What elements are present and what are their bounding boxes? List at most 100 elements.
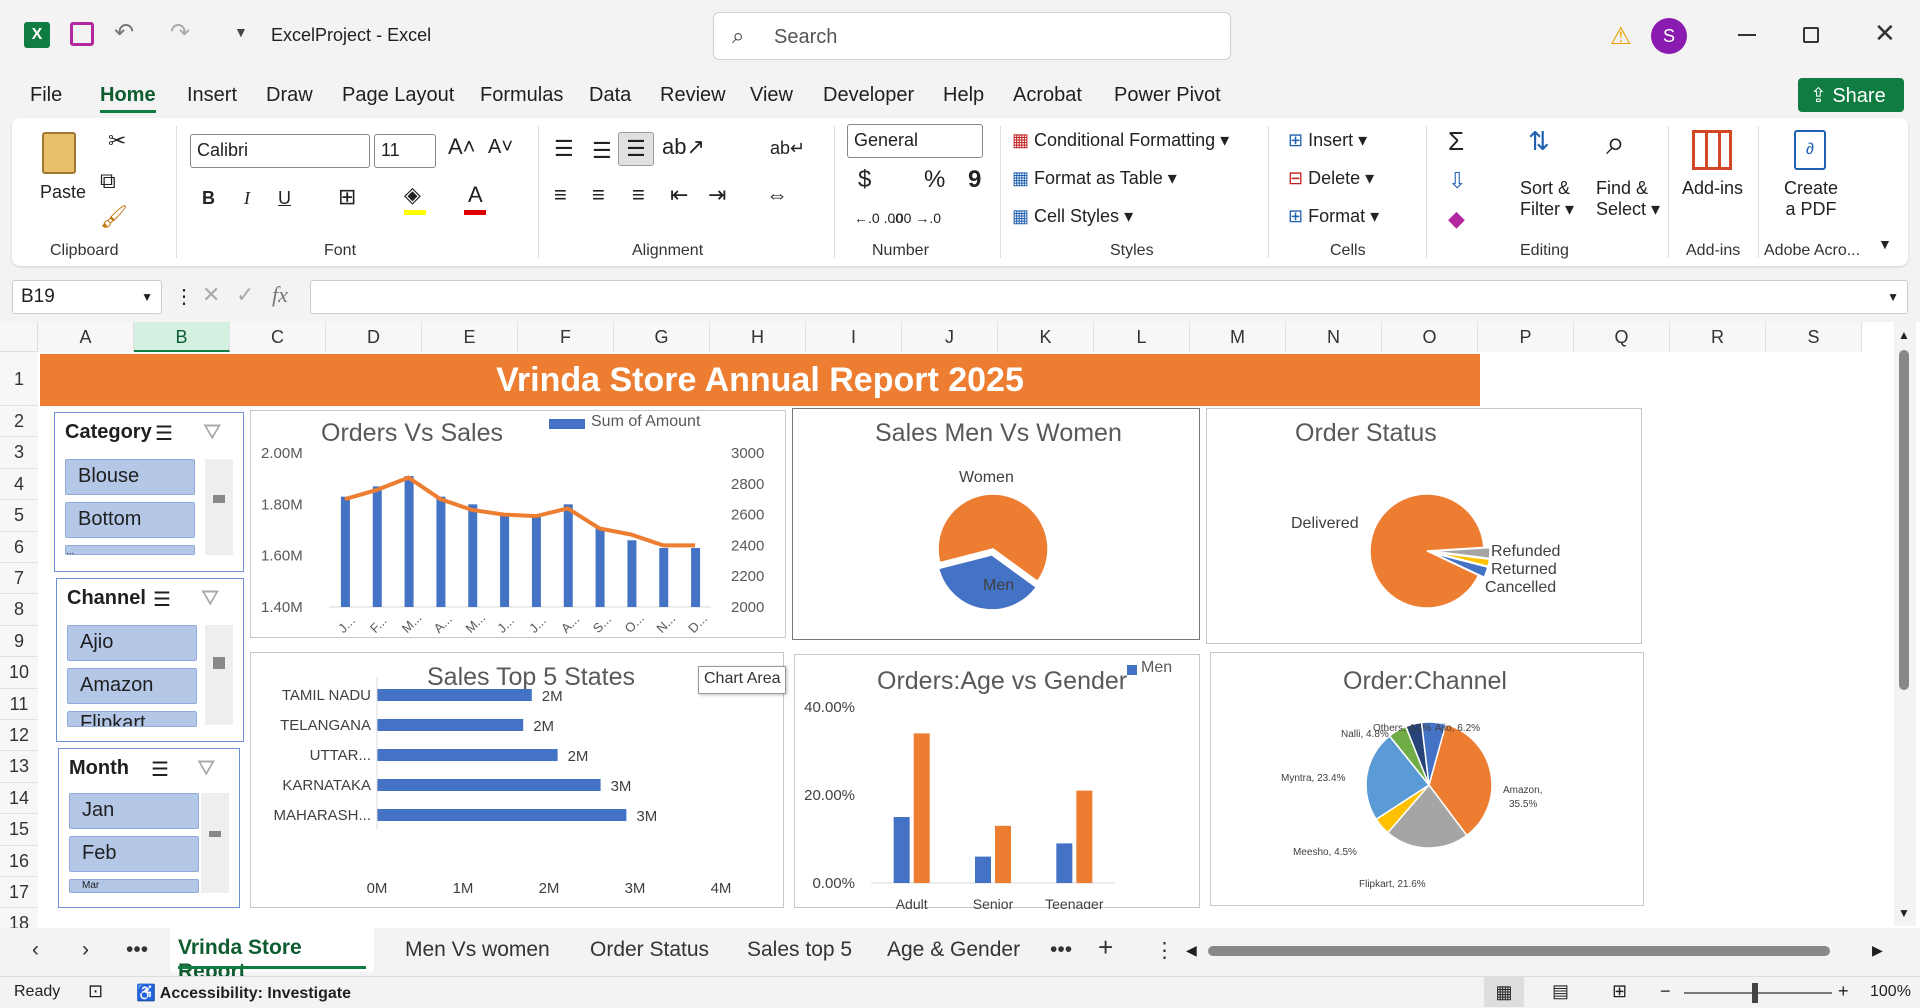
save-icon[interactable] [70, 22, 94, 46]
add-ins-icon[interactable] [1692, 130, 1732, 170]
clear-filter-icon[interactable]: ⛛ [201, 585, 219, 611]
accessibility-button[interactable]: ♿ Accessibility: Investigate [136, 983, 351, 1003]
format-painter-icon[interactable]: 🖌 [100, 204, 128, 230]
column-header[interactable]: L [1094, 322, 1190, 352]
row-header[interactable]: 15 [0, 814, 38, 846]
column-header[interactable]: Q [1574, 322, 1670, 352]
row-header[interactable]: 3 [0, 437, 38, 469]
add-ins-button[interactable]: Add-ins [1682, 178, 1743, 199]
more-options-icon[interactable]: ⋮ [174, 284, 194, 309]
row-header[interactable]: 5 [0, 500, 38, 532]
column-header[interactable]: H [710, 322, 806, 352]
clear-filter-icon[interactable]: ⛛ [203, 419, 221, 445]
align-right-icon[interactable]: ≡ [632, 182, 645, 208]
undo-icon[interactable]: ↶ [114, 18, 134, 47]
decrease-decimal-icon[interactable]: .00 →.0 [892, 210, 941, 226]
worksheet-grid[interactable]: ABCDEFGHIJKLMNOPQRS 1 2 3 4 5 6 7 8 9 10 11 12 13 14 1… [0, 322, 1920, 972]
formula-input[interactable]: ▼ [310, 280, 1908, 314]
slicer-scrollbar[interactable] [201, 793, 229, 893]
insert-function-button[interactable]: fx [272, 282, 288, 308]
column-header[interactable]: K [998, 322, 1094, 352]
scroll-right-icon[interactable]: ▶ [1872, 942, 1883, 959]
tab-review[interactable]: Review [660, 84, 726, 107]
row-header[interactable]: 13 [0, 751, 38, 783]
row-header[interactable]: 7 [0, 563, 38, 595]
align-bottom-icon[interactable]: ☰ [618, 132, 654, 166]
decrease-indent-icon[interactable]: ⇤ [670, 182, 688, 208]
slicer-scroll-thumb[interactable] [213, 495, 225, 503]
restore-icon[interactable] [1803, 27, 1819, 43]
underline-button[interactable]: U [278, 188, 291, 209]
column-header[interactable]: R [1670, 322, 1766, 352]
column-header[interactable]: B [134, 322, 230, 352]
scroll-down-icon[interactable]: ▼ [1898, 906, 1910, 920]
tab-developer[interactable]: Developer [823, 84, 914, 107]
fill-color-icon[interactable]: ◈ [404, 182, 421, 208]
add-sheet-icon[interactable]: + [1098, 932, 1113, 963]
sheet-tab-active[interactable]: Vrinda Store Report [170, 928, 374, 983]
horizontal-scroll-thumb[interactable] [1208, 946, 1830, 956]
multi-select-icon[interactable]: ☰ [153, 587, 171, 612]
macro-record-icon[interactable]: ⊡ [88, 981, 103, 1002]
conditional-formatting-button[interactable]: ▦ Conditional Formatting ▾ [1012, 130, 1229, 151]
column-header[interactable]: D [326, 322, 422, 352]
tab-draw[interactable]: Draw [266, 84, 313, 107]
slicer-item[interactable]: Flipkart [67, 711, 197, 727]
autosum-icon[interactable]: Σ [1448, 126, 1464, 157]
align-center-icon[interactable]: ≡ [592, 182, 605, 208]
format-cells-button[interactable]: ⊞ Format ▾ [1288, 206, 1379, 227]
clear-filter-icon[interactable]: ⛛ [197, 755, 215, 781]
create-pdf-button[interactable]: Create a PDF [1784, 178, 1838, 220]
tab-options-icon[interactable]: ⋮ [1154, 938, 1175, 963]
italic-button[interactable]: I [244, 188, 250, 209]
zoom-out-icon[interactable]: − [1660, 981, 1671, 1002]
slicer-channel[interactable]: Channel ☰ ⛛ Ajio Amazon Flipkart [56, 578, 244, 742]
vertical-scrollbar[interactable]: ▲ ▼ [1894, 322, 1916, 926]
number-format-select[interactable]: General [847, 124, 983, 158]
slicer-month[interactable]: Month ☰ ⛛ Jan Feb Mar [58, 748, 240, 908]
more-sheets-icon[interactable]: ••• [126, 938, 148, 962]
clear-icon[interactable]: ◆ [1448, 206, 1465, 232]
row-header[interactable]: 16 [0, 845, 38, 877]
align-left-icon[interactable]: ≡ [554, 182, 567, 208]
paste-button[interactable]: Paste [40, 182, 86, 203]
insert-cells-button[interactable]: ⊞ Insert ▾ [1288, 130, 1367, 151]
close-icon[interactable]: ✕ [1874, 18, 1896, 49]
chart-channel[interactable]: Order:Channel Others, 4.1% Ajio, 6.2% Na… [1210, 652, 1644, 906]
wrap-text-icon[interactable]: ab↵ [770, 138, 805, 159]
zoom-in-icon[interactable]: + [1838, 981, 1849, 1002]
page-break-view-icon[interactable]: ⊞ [1612, 981, 1627, 1002]
merge-center-icon[interactable]: ⇔ [766, 182, 788, 208]
minimize-icon[interactable] [1738, 34, 1756, 36]
font-color-icon[interactable]: A [468, 182, 483, 208]
slicer-item[interactable]: Bottom [65, 502, 195, 538]
column-header[interactable]: E [422, 322, 518, 352]
sheet-tab[interactable]: Order Status [590, 938, 709, 962]
slicer-scroll-thumb[interactable] [209, 831, 221, 837]
column-header[interactable]: S [1766, 322, 1862, 352]
slicer-scroll-thumb[interactable] [213, 657, 225, 669]
column-header[interactable]: C [230, 322, 326, 352]
cancel-icon[interactable]: ✕ [202, 282, 220, 308]
row-header[interactable]: 17 [0, 877, 38, 909]
vertical-scroll-thumb[interactable] [1899, 350, 1909, 690]
column-header[interactable]: P [1478, 322, 1574, 352]
sheet-tab[interactable]: Sales top 5 [747, 938, 852, 962]
slicer-item[interactable]: Feb [69, 836, 199, 872]
bold-button[interactable]: B [202, 188, 215, 209]
tab-formulas[interactable]: Formulas [480, 84, 563, 107]
column-header[interactable]: J [902, 322, 998, 352]
sheet-tab[interactable]: Men Vs women [405, 938, 550, 962]
row-header[interactable]: 1 [0, 352, 38, 406]
currency-button[interactable]: $ [858, 166, 871, 194]
page-layout-view-icon[interactable]: ▤ [1552, 981, 1569, 1002]
row-header[interactable]: 10 [0, 657, 38, 689]
scroll-up-icon[interactable]: ▲ [1898, 328, 1910, 342]
slicer-item[interactable]: Jan [69, 793, 199, 829]
customize-toolbar-icon[interactable]: ▼ [234, 24, 248, 40]
tab-help[interactable]: Help [943, 84, 984, 107]
font-size-select[interactable]: 11 [374, 134, 436, 168]
zoom-slider[interactable] [1684, 992, 1832, 994]
chart-age-gender[interactable]: Orders:Age vs Gender Men 40.00% 20.00% 0.0… [794, 654, 1200, 909]
tab-acrobat[interactable]: Acrobat [1013, 84, 1082, 107]
